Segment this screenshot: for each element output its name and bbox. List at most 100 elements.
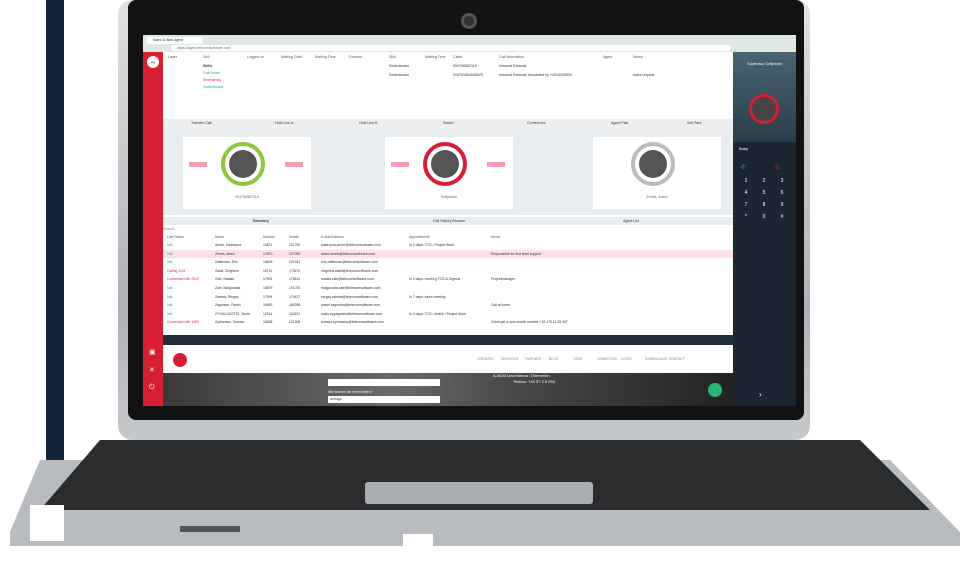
key-9[interactable]: 9	[775, 202, 789, 208]
chat-button[interactable]	[708, 383, 722, 397]
table-cell: 184398	[289, 303, 301, 308]
copy-icon[interactable]: ▣	[149, 348, 156, 356]
key-0[interactable]: 0	[757, 214, 771, 220]
table-cell: In 2 days: TCG / Project Work	[409, 243, 454, 247]
call-panel: 004766567119 Softphone Zereis, Adam	[163, 129, 733, 215]
call-card-a[interactable]: 004766567119	[183, 137, 311, 209]
hold-a-button[interactable]: Hold Line A	[275, 121, 293, 125]
table-cell: Idle	[167, 243, 173, 247]
expand-icon[interactable]: ›	[759, 390, 762, 399]
table-row[interactable]: Idle ZYGALGOSTIO, Zosia 12914 110024 zosia.z…	[163, 310, 733, 318]
skill-row[interactable]: Switchboard	[203, 84, 223, 91]
avatar	[423, 142, 467, 186]
table-cell: Zalali, Zbigniew	[215, 268, 239, 273]
key-7[interactable]: 7	[739, 202, 753, 208]
table-cell: 15638	[263, 320, 273, 325]
key-6[interactable]: 6	[775, 190, 789, 196]
th: Layer	[168, 55, 177, 59]
th: Line Status	[167, 235, 184, 239]
agent-pick-button[interactable]: Agent Pick	[611, 121, 628, 125]
switch-button[interactable]: Switch	[443, 121, 454, 125]
camera-icon	[461, 13, 477, 29]
tab-call-history[interactable]: Call History Browser	[433, 219, 466, 223]
th: Memo	[633, 55, 643, 59]
key-*[interactable]: *	[739, 214, 753, 220]
hold-b-button[interactable]: Hold Line B	[359, 121, 378, 125]
key-#[interactable]: #	[775, 214, 789, 220]
th: Waiting Time	[425, 55, 446, 59]
call-row[interactable]: Switchboard	[389, 72, 409, 79]
table-cell: Idle	[167, 260, 173, 265]
skill-row[interactable]: CallCenter	[203, 70, 220, 77]
browser-tab[interactable]: Sales & Web Agent	[147, 37, 203, 44]
table-row[interactable]: Idle Zereis, Adam 17870 227090 adam.zereis@t…	[163, 249, 733, 258]
nav-link[interactable]: SERVICES	[501, 357, 518, 361]
tab-agent-list[interactable]: Agent List	[623, 219, 639, 223]
key-1[interactable]: 1	[739, 178, 753, 184]
table-row[interactable]: Idle Zale, Malgorzata 16879 191700 malgorzat…	[163, 284, 733, 292]
nav-link[interactable]: LOESUNG	[477, 357, 494, 361]
sell-park-button[interactable]: Sell Park	[687, 121, 701, 125]
hangup-icon[interactable]: ✆	[775, 164, 780, 171]
table-cell: 221780	[289, 243, 301, 247]
conference-button[interactable]: Conference	[527, 121, 546, 125]
status[interactable]: Busy	[739, 146, 748, 151]
nav-link[interactable]: UEBER UNS	[597, 357, 617, 361]
transfer-button[interactable]: Transfer Call	[191, 121, 211, 125]
directory-table: Search... Line Status Name Number Mobile…	[163, 225, 733, 335]
table-row[interactable]: Connected with 2512 Zale, Natalia 17901 178…	[163, 275, 733, 283]
table-row[interactable]: Connected with 1400 Zychowicz, Tomasz 1563…	[163, 318, 733, 326]
table-cell: 16953	[263, 303, 273, 308]
key-3[interactable]: 3	[775, 178, 789, 184]
table-cell: zosia.zygalgostio@telecomsoftware.com	[321, 311, 383, 316]
table-cell: Zallerman, Eric	[215, 260, 238, 265]
th: Waiting Time	[315, 55, 336, 59]
th: Skill	[203, 55, 210, 59]
call-card-b[interactable]: Softphone	[385, 137, 513, 209]
power-icon[interactable]: ⏻	[149, 384, 155, 392]
logo: tcg	[147, 56, 159, 68]
key-8[interactable]: 8	[757, 202, 771, 208]
call-info: Inbound External, forwarded by +43152909…	[499, 73, 573, 77]
th: Agent	[603, 55, 613, 59]
accept-icon[interactable]: ✆	[741, 164, 746, 171]
nav-link[interactable]: BLOG	[549, 357, 558, 361]
call-row[interactable]: Switchboard	[389, 63, 409, 70]
nav-link[interactable]: JOBS	[573, 357, 582, 361]
screen: Sales & Web Agent https://agent.telecoms…	[143, 35, 796, 406]
softphone-title: Supervisor Softphone	[747, 62, 782, 66]
nav-link[interactable]: KONTAKT	[669, 357, 685, 361]
key-4[interactable]: 4	[739, 190, 753, 196]
caller-label: Softphone	[440, 195, 458, 199]
tools-icon[interactable]: ✕	[149, 366, 155, 374]
table-cell: Calling 1161	[167, 268, 186, 273]
nav-link[interactable]: DOWNLOADS	[645, 357, 667, 361]
table-cell: 221941	[289, 260, 301, 265]
nav-link[interactable]: PARTNER	[525, 357, 541, 361]
call-card-c[interactable]: Zereis, Adam	[593, 137, 721, 209]
skill-row[interactable]: Skills	[203, 63, 212, 70]
tab-directory[interactable]: Directory	[253, 219, 269, 223]
skill-row[interactable]: Emergency	[203, 77, 221, 84]
form-label: Wie können wir Ihnen helfen?	[328, 390, 373, 394]
table-row[interactable]: Idle Zallerman, Eric 16809 221941 eric.zalle…	[163, 258, 733, 266]
key-5[interactable]: 5	[757, 190, 771, 196]
th: Caller	[453, 55, 463, 59]
key-2[interactable]: 2	[757, 178, 771, 184]
form-select[interactable]: Anfrage	[328, 396, 440, 403]
table-row[interactable]: Idle Zagorsan, Pawel 16953 184398 pawel.zago…	[163, 301, 733, 309]
table-row[interactable]: Calling 1161 Zalali, Zbigniew 16711 173470 z…	[163, 267, 733, 275]
queue-table: Layer Skill Logged on Waiting Calls Wait…	[163, 52, 733, 119]
tab-bar: Directory Call History Browser Agent Lis…	[163, 217, 733, 225]
address-bar[interactable]: https://agent.telecomsoftware.com/	[171, 45, 731, 51]
table-row[interactable]: Idle Zalewa, Sergey 17994 174427 sergey.zale…	[163, 293, 733, 301]
form-input[interactable]	[328, 379, 440, 386]
table-cell: Zale, Malgorzata	[215, 286, 241, 290]
caller-label: Zereis, Adam	[646, 195, 668, 199]
table-row[interactable]: Idle Anner, Katarzyna 15871 221780 katarzyna…	[163, 241, 733, 249]
directory-header: Line Status Name Number Mobile E-Mail Ad…	[163, 233, 733, 241]
search-input[interactable]: Search...	[163, 225, 733, 233]
nav-link[interactable]: LOGIN	[621, 357, 632, 361]
th: Memo	[491, 235, 501, 239]
call-memo: sales request	[633, 73, 655, 77]
